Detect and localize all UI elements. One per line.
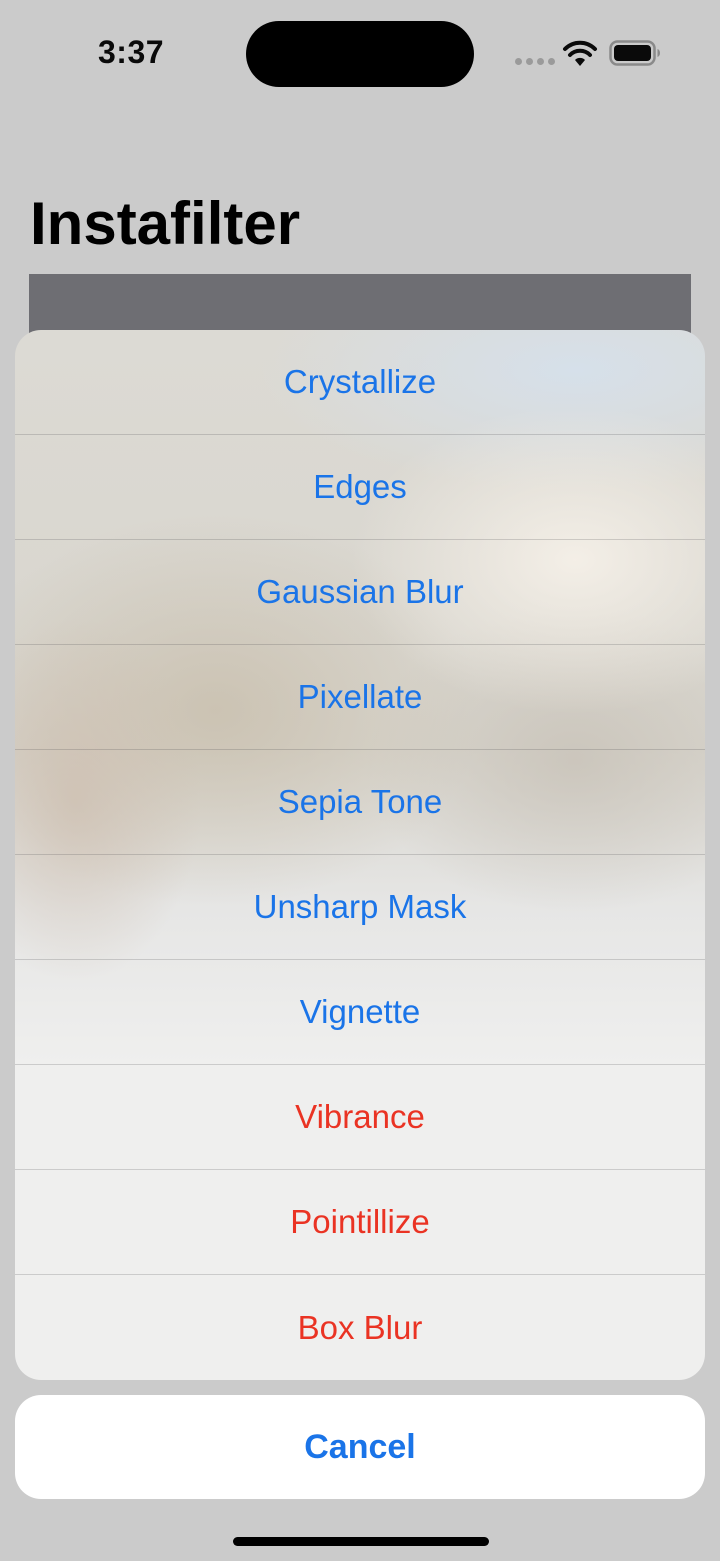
- cancel-button[interactable]: Cancel: [15, 1395, 705, 1499]
- action-sheet-item[interactable]: Vignette: [15, 960, 705, 1065]
- battery-icon: [609, 40, 660, 66]
- filter-action-sheet: Crystallize Edges Gaussian Blur Pixellate Se…: [15, 330, 705, 1380]
- action-sheet-item[interactable]: Pixellate: [15, 645, 705, 750]
- status-time: 3:37: [98, 34, 165, 70]
- home-indicator[interactable]: [233, 1537, 489, 1546]
- action-sheet-item[interactable]: Unsharp Mask: [15, 855, 705, 960]
- action-sheet-item[interactable]: Gaussian Blur: [15, 540, 705, 645]
- action-sheet-item[interactable]: Pointillize: [15, 1170, 705, 1275]
- cellular-signal-icon: [515, 58, 555, 65]
- action-sheet-item[interactable]: Sepia Tone: [15, 750, 705, 855]
- page-title: Instafilter: [30, 190, 301, 257]
- action-sheet-item[interactable]: Vibrance: [15, 1065, 705, 1170]
- action-sheet-item[interactable]: Crystallize: [15, 330, 705, 435]
- action-sheet-item[interactable]: Edges: [15, 435, 705, 540]
- dynamic-island: [246, 21, 474, 87]
- action-sheet-item[interactable]: Box Blur: [15, 1275, 705, 1380]
- wifi-icon: [563, 40, 597, 66]
